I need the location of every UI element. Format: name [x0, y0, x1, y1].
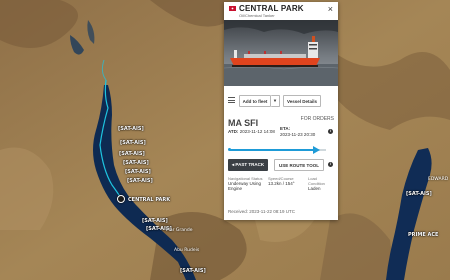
ais-label: [SAT-AIS]	[142, 218, 168, 224]
voyage-progress	[228, 146, 334, 154]
vessel-name: CENTRAL PARK	[239, 4, 304, 13]
vessel-photo[interactable]	[224, 20, 338, 86]
route-tool-button[interactable]: USE ROUTE TOOL	[274, 159, 324, 171]
speed-course: Speed/Course 13.2kn / 154°	[268, 176, 306, 186]
eta-value: 2023-11-23 20:30	[280, 131, 316, 137]
vessel-status: Navigational Status Underway Using Engin…	[228, 176, 334, 206]
place-label: EDWARD	[428, 177, 449, 182]
vessel-type: Oil/Chemical Tanker	[239, 13, 275, 18]
ais-label: [SAT-AIS]	[125, 169, 151, 175]
ais-label: [SAT-AIS]	[127, 178, 153, 184]
vessel-map-label[interactable]: CENTRAL PARK	[128, 197, 170, 203]
ais-label: [SAT-AIS]	[118, 126, 144, 132]
vessel-marker[interactable]	[117, 195, 125, 203]
past-track-button[interactable]: ◂ PAST TRACK	[228, 159, 268, 171]
destination-note: FOR ORDERS	[300, 116, 334, 122]
vessel-map-label[interactable]: PRIME ACE	[408, 232, 438, 238]
info-icon[interactable]: i	[328, 129, 333, 134]
menu-icon[interactable]	[228, 97, 235, 103]
progress-fill	[230, 149, 317, 151]
ais-label: [SAT-AIS]	[180, 268, 206, 274]
load-condition-value: Laden	[308, 186, 321, 191]
atd-value: 2023-11-12 14:08	[239, 129, 275, 134]
vessel-popup: CENTRAL PARK Oil/Chemical Tanker × Add t…	[224, 2, 338, 220]
ais-label: [SAT-AIS]	[123, 160, 149, 166]
received-timestamp: Received: 2023-11-22 08:19 UTC	[228, 209, 295, 214]
ship-photo-image	[224, 20, 338, 86]
load-condition: Load Condition Laden	[308, 176, 334, 191]
voyage-times: ATD: 2023-11-12 14:08 ETA: 2023-11-23 20:…	[228, 126, 334, 144]
fleet-dropdown-button[interactable]: ▾	[271, 95, 280, 107]
popup-actions: Add to fleet ▾ Vessel Details	[224, 93, 338, 109]
atd-label: ATD:	[228, 129, 239, 134]
progress-arrow-icon	[313, 146, 321, 154]
add-to-fleet-button[interactable]: Add to fleet	[239, 95, 271, 107]
place-label: Abu Rudeis	[174, 248, 200, 253]
flag-icon	[229, 6, 236, 11]
info-icon[interactable]: i	[328, 162, 333, 167]
track-tools: ◂ PAST TRACK USE ROUTE TOOL i	[228, 159, 334, 171]
vessel-details-button[interactable]: Vessel Details	[283, 95, 321, 107]
ais-label: [SAT-AIS]	[406, 191, 432, 197]
ais-label: [SAT-AIS]	[120, 140, 146, 146]
popup-header: CENTRAL PARK Oil/Chemical Tanker ×	[224, 2, 338, 20]
place-label: Mar Grande	[166, 228, 193, 233]
close-icon[interactable]: ×	[328, 4, 333, 14]
nav-status-value: Underway Using Engine	[228, 181, 262, 191]
atd: ATD: 2023-11-12 14:08	[228, 129, 275, 134]
load-condition-label: Load Condition	[308, 176, 325, 186]
nav-status: Navigational Status Underway Using Engin…	[228, 176, 266, 191]
eta: ETA: 2023-11-23 20:30	[280, 126, 315, 137]
speed-course-value: 13.2kn / 154°	[268, 181, 295, 186]
ais-label: [SAT-AIS]	[119, 151, 145, 157]
